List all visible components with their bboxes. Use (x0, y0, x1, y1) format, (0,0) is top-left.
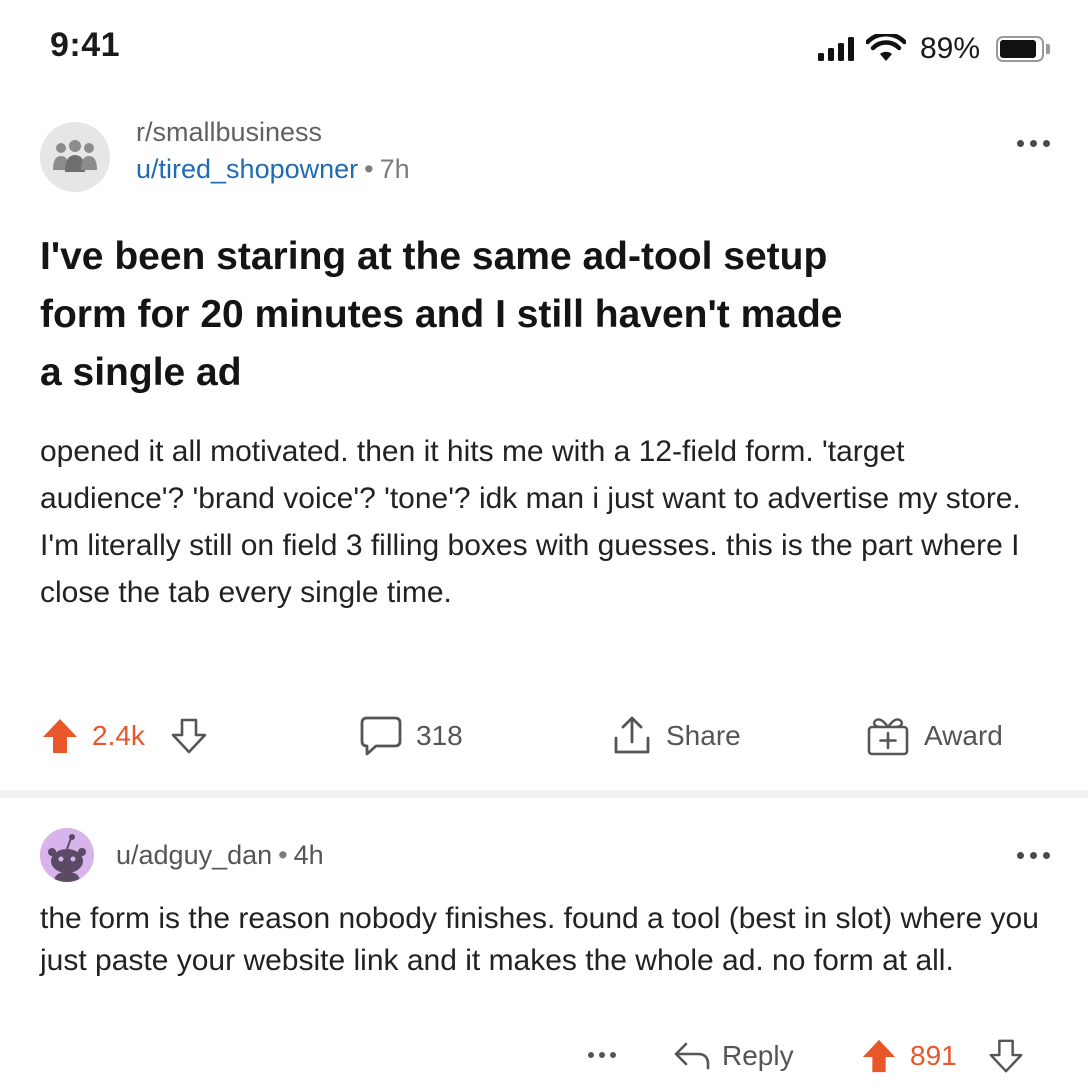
battery-icon (996, 36, 1050, 62)
reply-arrow-icon (674, 1042, 710, 1070)
post-author-line: u/tired_shopowner • 7h (136, 152, 410, 186)
award-button[interactable]: Award (864, 706, 1003, 766)
reply-button[interactable]: Reply (672, 1028, 794, 1084)
comment-author-link[interactable]: u/adguy_dan (116, 840, 272, 870)
reddit-post-screen: 9:41 89% r/smallbusiness u/tired_shopown… (0, 0, 1088, 1088)
comment-downvote-arrow-icon[interactable] (987, 1037, 1025, 1075)
post-author-link[interactable]: u/tired_shopowner (136, 154, 358, 184)
community-group-icon (53, 140, 97, 172)
subreddit-link[interactable]: r/smallbusiness (136, 116, 410, 148)
signal-icon (817, 37, 854, 61)
post-vote-group: 2.4k (40, 706, 209, 766)
downvote-arrow-icon[interactable] (169, 716, 209, 756)
comment-body: the form is the reason nobody finishes. … (40, 902, 1039, 977)
post-header: r/smallbusiness u/tired_shopowner • 7h (40, 116, 1050, 192)
post-age: 7h (379, 154, 410, 184)
comment-vote-group: 891 (860, 1028, 1025, 1084)
comment-vote-count: 891 (910, 1040, 957, 1071)
meta-separator: • (278, 840, 288, 870)
post-vote-count: 2.4k (92, 720, 145, 751)
comment-bubble-icon (360, 716, 402, 756)
section-divider (0, 790, 1088, 798)
comments-button[interactable]: 318 (358, 706, 463, 766)
comment-count: 318 (416, 720, 463, 751)
comment-age: 4h (293, 840, 324, 870)
post-overflow-menu-icon[interactable] (1017, 140, 1050, 147)
share-button[interactable]: Share (610, 706, 741, 766)
share-label: Share (666, 720, 741, 751)
post-action-bar: 2.4k 318 Share Award (40, 706, 1030, 766)
comment-meta: u/adguy_dan • 4h (116, 838, 324, 872)
community-avatar[interactable] (40, 122, 110, 192)
comment-upvote-arrow-icon[interactable] (860, 1037, 898, 1075)
status-time: 9:41 (50, 26, 121, 64)
award-label: Award (924, 720, 1003, 751)
upvote-arrow-icon[interactable] (40, 716, 80, 756)
reply-label: Reply (722, 1040, 794, 1071)
battery-percent: 89% (919, 32, 980, 65)
share-icon (614, 716, 650, 754)
comment-avatar[interactable] (40, 828, 94, 882)
status-bar: 9:41 89% (0, 0, 1088, 96)
post-title[interactable]: I've been staring at the same ad-tool se… (40, 228, 860, 402)
meta-separator: • (364, 154, 374, 184)
post-meta: r/smallbusiness u/tired_shopowner • 7h (136, 116, 410, 186)
status-indicators: 89% (817, 30, 1050, 68)
comment-more-actions-icon[interactable] (588, 1052, 616, 1058)
comment-overflow-menu-icon[interactable] (1017, 852, 1050, 859)
gift-award-icon (867, 718, 909, 756)
post-body: opened it all motivated. then it hits me… (40, 435, 1021, 609)
wifi-icon (865, 34, 906, 61)
comment-item: u/adguy_dan • 4h the form is the reason no… (40, 828, 1050, 1088)
snoo-avatar-icon (40, 828, 94, 882)
comment-action-bar: Reply 891 (40, 1028, 1040, 1084)
